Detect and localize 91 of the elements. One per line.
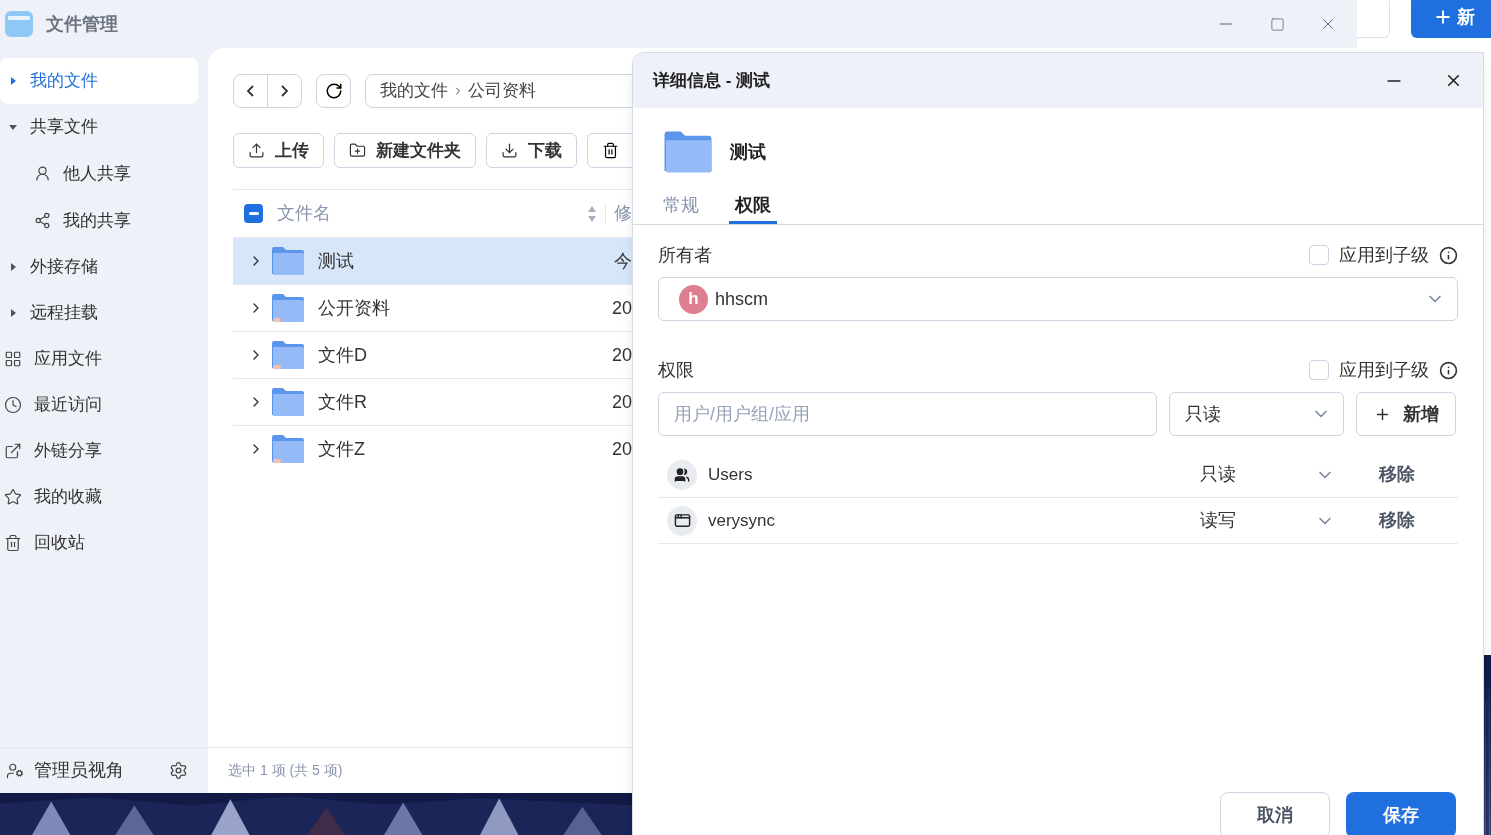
toolbar-button[interactable]: 上传 bbox=[233, 133, 324, 168]
file-row[interactable]: 文件R 20 bbox=[233, 378, 632, 425]
share-icon bbox=[34, 212, 51, 229]
sidebar-item[interactable]: 外链分享 bbox=[0, 428, 198, 474]
section-label: 权限 bbox=[658, 358, 694, 382]
file-name: 文件R bbox=[318, 390, 367, 414]
file-name: 测试 bbox=[318, 249, 354, 273]
settings-icon[interactable] bbox=[169, 761, 188, 780]
checkbox[interactable] bbox=[1309, 245, 1329, 265]
remove-button[interactable]: 移除 bbox=[1379, 461, 1415, 488]
chevron-right-icon bbox=[281, 85, 288, 97]
breadcrumb-item[interactable]: 公司资料 bbox=[468, 78, 536, 104]
sidebar-item[interactable]: 共享文件 bbox=[0, 104, 198, 150]
sidebar-item[interactable]: 最近访问 bbox=[0, 382, 198, 428]
grid-icon bbox=[4, 350, 22, 368]
search-field[interactable] bbox=[1357, 0, 1390, 38]
user-icon bbox=[34, 165, 51, 182]
breadcrumb-item[interactable]: 我的文件 bbox=[380, 78, 448, 104]
sidebar-item[interactable]: 外接存储 bbox=[0, 244, 198, 290]
file-name: 公开资料 bbox=[318, 296, 390, 320]
owner-name: hhscm bbox=[715, 287, 768, 311]
sidebar-item[interactable]: 远程挂载 bbox=[0, 290, 198, 336]
chevron-left-icon bbox=[247, 85, 254, 97]
checkbox-label: 应用到子级 bbox=[1339, 243, 1429, 267]
entry-permission-select[interactable]: 只读 bbox=[1200, 461, 1335, 488]
checkbox-label: 应用到子级 bbox=[1339, 358, 1429, 382]
sidebar-item[interactable]: 他人共享 bbox=[0, 150, 198, 197]
user-input-field[interactable]: 用户/用户组/应用 bbox=[658, 392, 1157, 436]
refresh-button[interactable] bbox=[316, 74, 351, 108]
info-icon[interactable] bbox=[1439, 360, 1458, 380]
status-text: 选中 1 项 (共 5 项) bbox=[228, 761, 343, 780]
section-label: 所有者 bbox=[658, 243, 712, 267]
app-logo-icon bbox=[4, 9, 34, 39]
shared-folder-icon bbox=[272, 434, 304, 464]
dialog-tab[interactable]: 权限 bbox=[729, 190, 777, 224]
file-name: 文件D bbox=[318, 343, 367, 367]
entry-name: verysync bbox=[708, 509, 776, 532]
save-button[interactable]: 保存 bbox=[1346, 792, 1456, 835]
table-cell-text: 20 bbox=[611, 296, 632, 320]
folder-icon bbox=[272, 387, 304, 417]
checkbox[interactable] bbox=[1309, 360, 1329, 380]
toolbar-button[interactable]: 下载 bbox=[486, 133, 577, 168]
sidebar-item[interactable]: 我的收藏 bbox=[0, 474, 198, 520]
admin-user-icon bbox=[6, 761, 24, 780]
share-out-icon bbox=[4, 442, 22, 460]
new-folder-icon bbox=[349, 142, 366, 159]
avatar: h bbox=[679, 284, 708, 314]
table-cell-text: 20 bbox=[611, 437, 632, 461]
caret-right-icon[interactable] bbox=[8, 262, 18, 272]
select-all-checkbox[interactable] bbox=[244, 204, 263, 223]
folder-icon bbox=[664, 130, 712, 174]
trash-icon bbox=[4, 534, 22, 552]
sidebar-item[interactable]: 我的文件 bbox=[0, 58, 198, 104]
caret-down-icon[interactable] bbox=[8, 122, 18, 132]
trash-icon bbox=[602, 142, 619, 159]
caret-right-icon[interactable] bbox=[8, 76, 18, 86]
file-row[interactable]: 文件D 20 bbox=[233, 331, 632, 378]
upload-icon bbox=[248, 142, 265, 159]
refresh-icon bbox=[324, 82, 343, 100]
folder-icon bbox=[272, 246, 304, 276]
table-cell-text: 20 bbox=[611, 343, 632, 367]
shared-folder-icon bbox=[272, 293, 304, 323]
group-icon bbox=[667, 459, 697, 490]
shared-folder-icon bbox=[272, 340, 304, 370]
new-button[interactable]: 新 bbox=[1411, 0, 1491, 38]
sidebar-item[interactable]: 应用文件 bbox=[0, 336, 198, 382]
info-icon[interactable] bbox=[1439, 245, 1458, 265]
table-cell-text: 今 bbox=[614, 249, 632, 273]
clock-icon bbox=[4, 396, 22, 414]
file-row[interactable]: 文件Z 20 bbox=[233, 425, 632, 472]
add-button[interactable]: 新增 bbox=[1356, 392, 1456, 436]
plus-icon bbox=[1433, 7, 1453, 27]
owner-select[interactable]: h hhscm bbox=[658, 277, 1458, 321]
toolbar-button[interactable]: 新建文件夹 bbox=[334, 133, 476, 168]
file-name: 文件Z bbox=[318, 437, 365, 461]
caret-right-icon[interactable] bbox=[8, 308, 18, 318]
entry-permission-select[interactable]: 读写 bbox=[1200, 507, 1335, 534]
admin-view-label: 管理员视角 bbox=[34, 759, 124, 782]
folder-name: 测试 bbox=[730, 140, 766, 164]
download-icon bbox=[501, 142, 518, 159]
window-title: 文件管理 bbox=[46, 12, 118, 36]
permission-select[interactable]: 只读 bbox=[1169, 392, 1344, 436]
entry-name: Users bbox=[708, 463, 753, 486]
file-row[interactable]: 测试 今 bbox=[233, 237, 632, 284]
remove-button[interactable]: 移除 bbox=[1379, 507, 1415, 534]
file-row[interactable]: 公开资料 20 bbox=[233, 284, 632, 331]
sidebar-item[interactable]: 我的共享 bbox=[0, 197, 198, 244]
table-cell-text: 20 bbox=[611, 390, 632, 414]
app-icon bbox=[667, 505, 697, 536]
sidebar-item[interactable]: 回收站 bbox=[0, 520, 198, 566]
star-icon bbox=[4, 488, 22, 506]
